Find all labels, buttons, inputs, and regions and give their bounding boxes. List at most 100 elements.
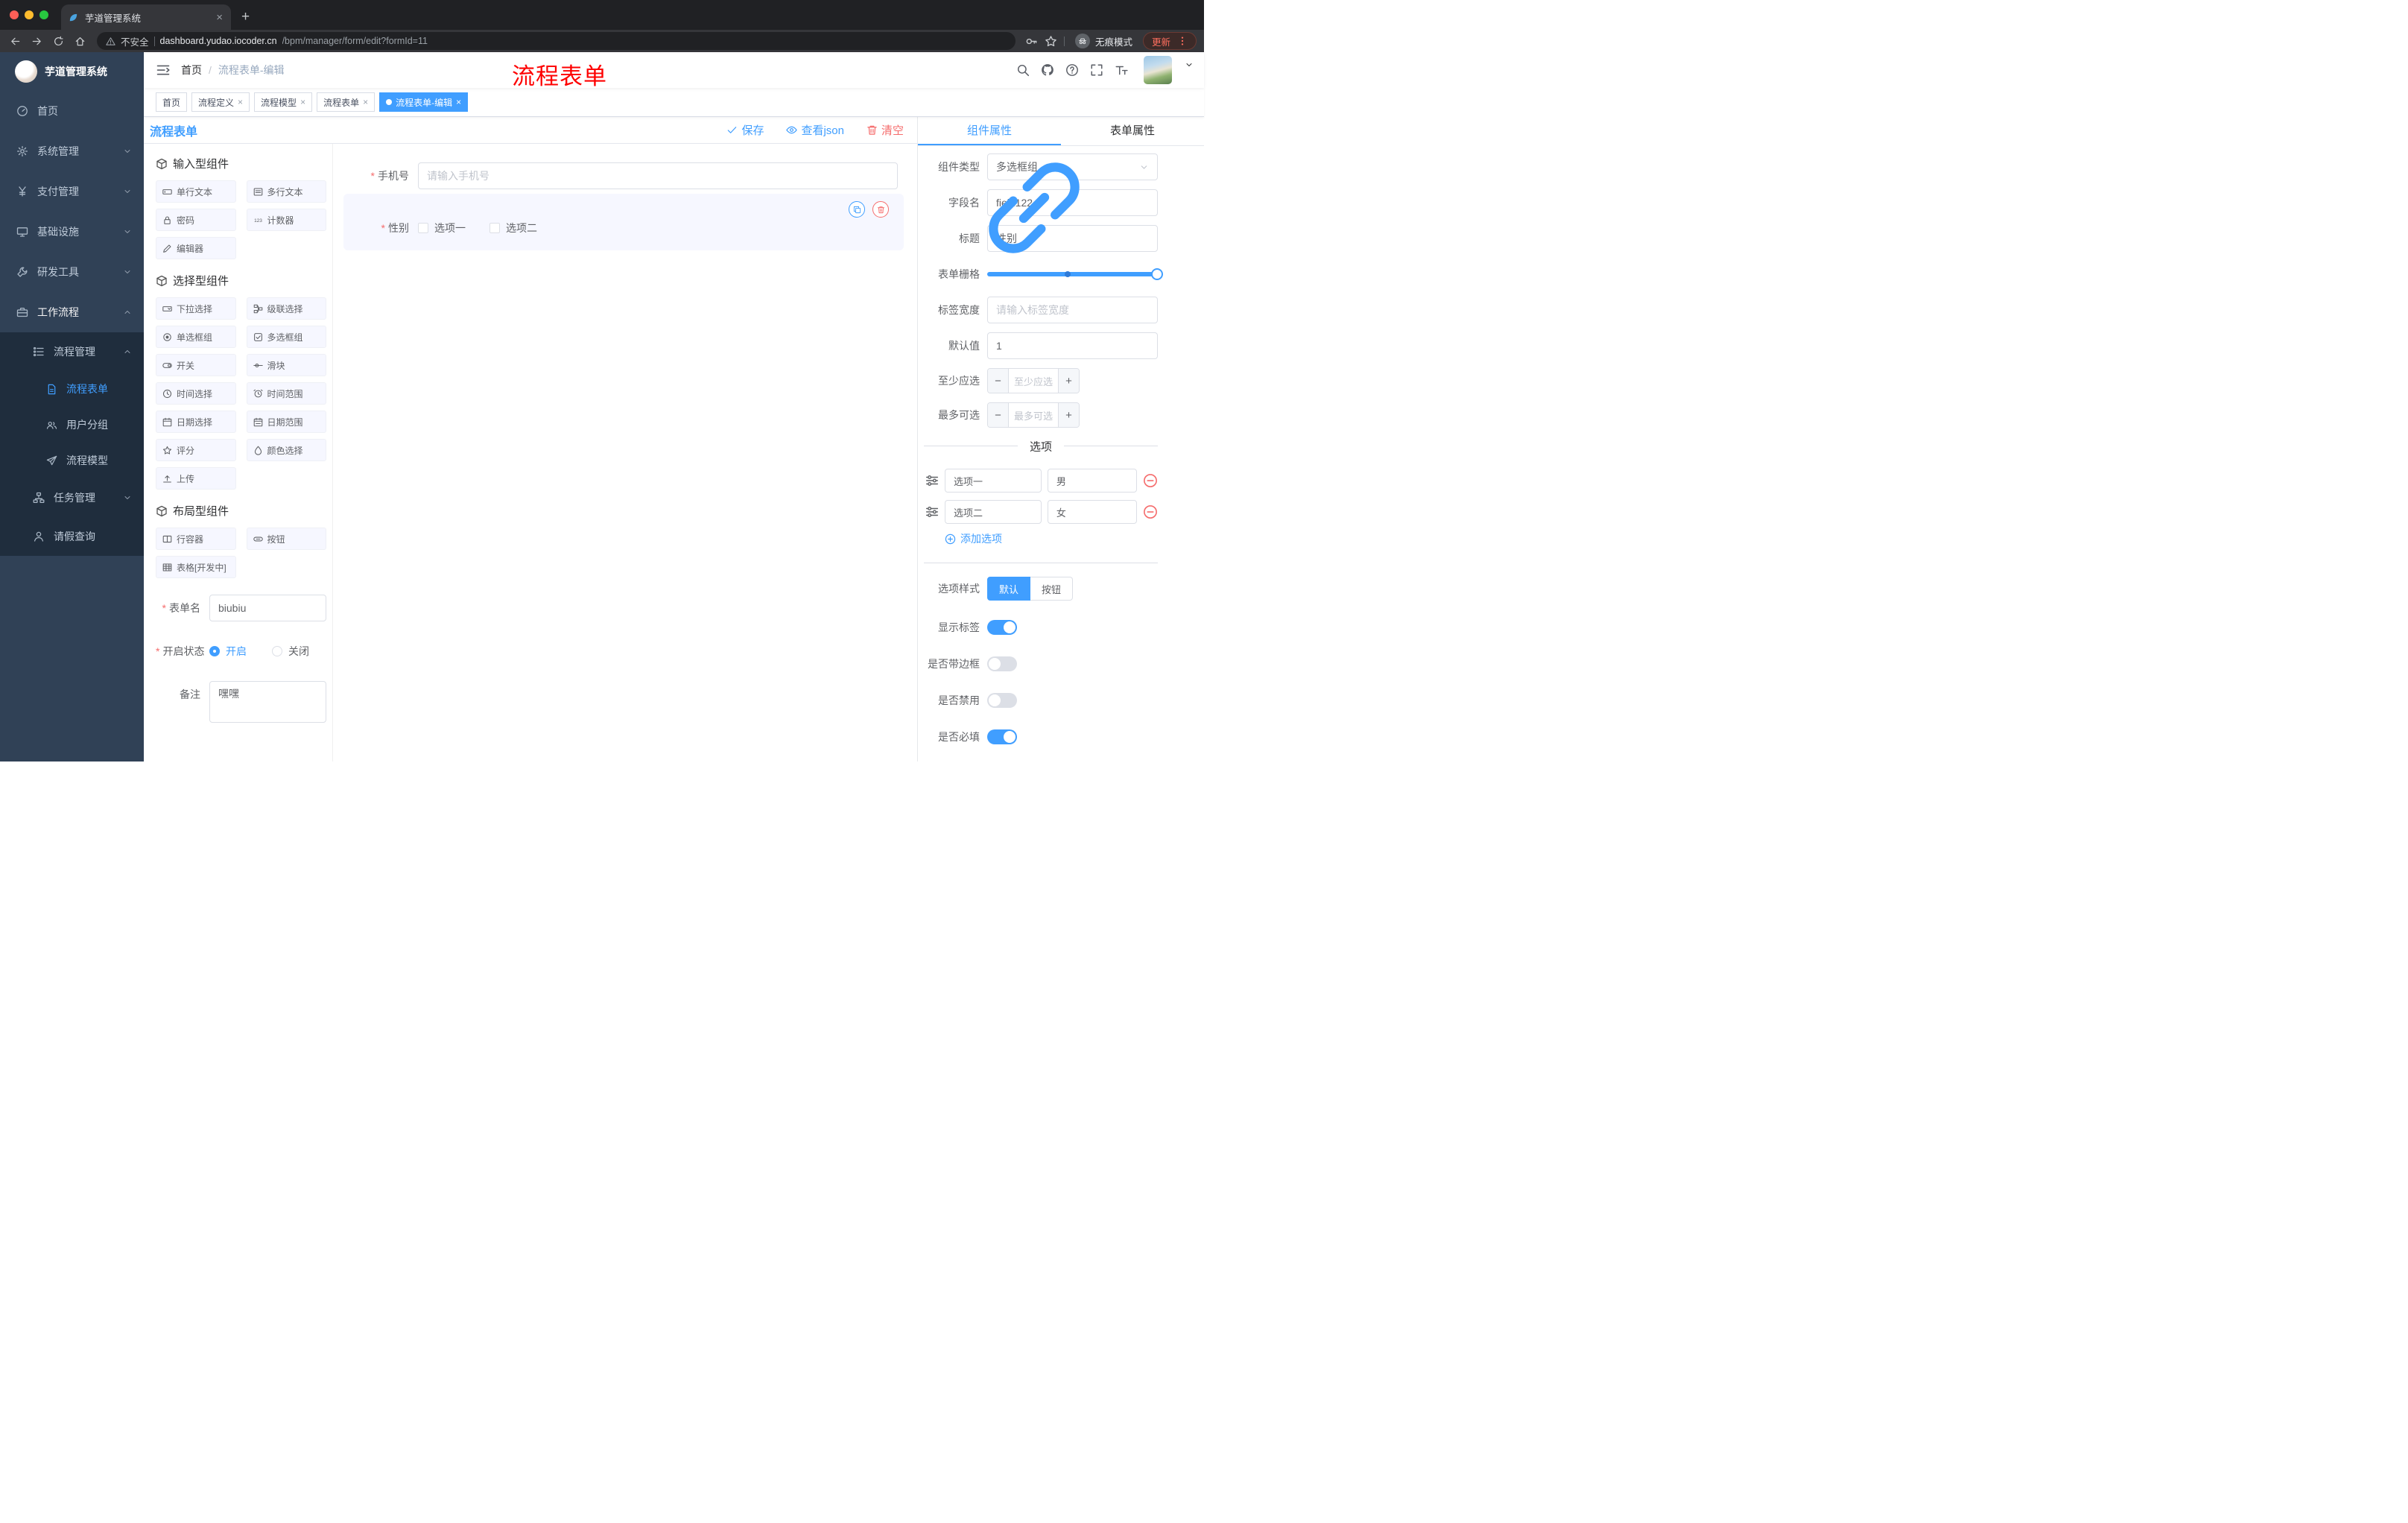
palette-item-select[interactable]: 下拉选择 — [156, 297, 236, 320]
reload-button[interactable] — [51, 34, 66, 48]
sidebar-item-workflow[interactable]: 工作流程 — [0, 292, 144, 332]
github-icon[interactable] — [1041, 63, 1054, 77]
copy-component-button[interactable] — [849, 201, 865, 218]
font-size-icon[interactable] — [1115, 63, 1128, 77]
view-json-button[interactable]: 查看json — [786, 122, 844, 138]
decrease-button[interactable]: − — [988, 403, 1009, 427]
browser-update-button[interactable]: 更新 — [1142, 32, 1197, 50]
zoom-window-button[interactable] — [39, 10, 48, 19]
default-value-input[interactable] — [987, 332, 1158, 359]
palette-item-time-range[interactable]: 时间范围 — [246, 382, 326, 405]
palette-item-single-line-text[interactable]: 单行文本 — [156, 180, 236, 203]
hamburger-icon[interactable] — [156, 63, 171, 77]
show-label-switch[interactable] — [987, 620, 1017, 635]
sidebar-item-task-mgmt[interactable]: 任务管理 — [0, 478, 144, 517]
palette-item-switch[interactable]: 开关 — [156, 354, 236, 376]
palette-item-button[interactable]: 按钮 — [246, 528, 326, 550]
palette-item-rate[interactable]: 评分 — [156, 439, 236, 461]
breadcrumb-home[interactable]: 首页 — [181, 63, 202, 77]
decrease-button[interactable]: − — [988, 369, 1009, 393]
palette-item-password[interactable]: 密码 — [156, 209, 236, 231]
phone-input[interactable] — [418, 162, 898, 189]
border-switch[interactable] — [987, 656, 1017, 671]
style-default-button[interactable]: 默认 — [987, 577, 1031, 601]
status-off-radio[interactable]: 关闭 — [272, 644, 309, 659]
sidebar-item-user-group[interactable]: 用户分组 — [0, 407, 144, 443]
back-button[interactable] — [7, 34, 22, 48]
max-select-value[interactable]: 最多可选 — [1009, 403, 1058, 427]
status-on-radio[interactable]: 开启 — [209, 644, 247, 659]
form-name-input[interactable] — [209, 595, 326, 621]
save-button[interactable]: 保存 — [726, 122, 764, 138]
form-remark-textarea[interactable]: 嘿嘿 — [209, 681, 326, 723]
palette-item-date-range[interactable]: 日期范围 — [246, 411, 326, 433]
slider-track[interactable] — [987, 268, 1163, 280]
delete-component-button[interactable] — [872, 201, 889, 218]
form-grid-slider[interactable] — [987, 261, 1163, 288]
tag-close-icon[interactable]: × — [363, 98, 368, 107]
new-tab-button[interactable]: + — [241, 10, 250, 24]
password-key-icon[interactable] — [1025, 35, 1038, 48]
add-option-button[interactable]: 添加选项 — [945, 531, 1158, 546]
user-avatar[interactable] — [1144, 56, 1172, 84]
avatar-caret-icon[interactable] — [1185, 60, 1194, 69]
canvas-field-gender-selected[interactable]: 性别 选项一 选项二 — [343, 194, 904, 250]
palette-item-time-picker[interactable]: 时间选择 — [156, 382, 236, 405]
gender-option-1-checkbox[interactable]: 选项一 — [418, 221, 466, 235]
tag-close-icon[interactable]: × — [238, 98, 243, 107]
link-icon[interactable] — [922, 152, 936, 165]
gender-option-2-checkbox[interactable]: 选项二 — [489, 221, 537, 235]
tab-close-icon[interactable]: × — [215, 12, 224, 23]
search-icon[interactable] — [1016, 63, 1030, 77]
remove-option-icon[interactable] — [1143, 473, 1158, 488]
option-1-value-input[interactable] — [1047, 469, 1137, 493]
remove-option-icon[interactable] — [1143, 504, 1158, 519]
palette-item-color-picker[interactable]: 颜色选择 — [246, 439, 326, 461]
clear-button[interactable]: 清空 — [866, 122, 904, 138]
palette-item-date-picker[interactable]: 日期选择 — [156, 411, 236, 433]
tag-close-icon[interactable]: × — [456, 98, 461, 107]
tag-process-form[interactable]: 流程表单 × — [317, 92, 376, 112]
palette-item-table[interactable]: 表格[开发中] — [156, 556, 236, 578]
required-switch[interactable] — [987, 729, 1017, 744]
tag-close-icon[interactable]: × — [300, 98, 305, 107]
increase-button[interactable]: + — [1058, 369, 1079, 393]
not-secure-icon[interactable] — [106, 37, 115, 46]
forward-button[interactable] — [29, 34, 44, 48]
canvas-field-phone[interactable]: 手机号 — [343, 162, 904, 189]
tag-process-form-edit[interactable]: 流程表单-编辑 × — [379, 92, 469, 112]
sidebar-item-devtools[interactable]: 研发工具 — [0, 252, 144, 292]
drag-handle-icon[interactable] — [925, 474, 939, 487]
help-icon[interactable] — [1065, 63, 1079, 77]
browser-menu-icon[interactable] — [1177, 36, 1188, 46]
sidebar-item-payment[interactable]: 支付管理 — [0, 171, 144, 212]
sidebar-item-process-model[interactable]: 流程模型 — [0, 443, 144, 478]
palette-item-editor[interactable]: 编辑器 — [156, 237, 236, 259]
min-select-value[interactable]: 至少应选 — [1009, 369, 1058, 393]
option-1-label-input[interactable] — [945, 469, 1042, 493]
palette-item-upload[interactable]: 上传 — [156, 467, 236, 490]
increase-button[interactable]: + — [1058, 403, 1079, 427]
tab-form-props[interactable]: 表单属性 — [1061, 117, 1204, 145]
palette-item-multi-line-text[interactable]: 多行文本 — [246, 180, 326, 203]
bookmark-star-icon[interactable] — [1045, 35, 1057, 48]
palette-item-row-container[interactable]: 行容器 — [156, 528, 236, 550]
address-bar[interactable]: 不安全 dashboard.yudao.iocoder.cn/bpm/manag… — [97, 32, 1016, 50]
palette-item-cascader[interactable]: 级联选择 — [246, 297, 326, 320]
slider-handle[interactable] — [1151, 268, 1163, 280]
fullscreen-icon[interactable] — [1090, 63, 1103, 77]
option-2-value-input[interactable] — [1047, 500, 1137, 524]
close-window-button[interactable] — [10, 10, 19, 19]
sidebar-item-process-form[interactable]: 流程表单 — [0, 371, 144, 407]
style-button-button[interactable]: 按钮 — [1030, 577, 1074, 601]
browser-tab[interactable]: 芋道管理系统 × — [61, 4, 231, 30]
disabled-switch[interactable] — [987, 693, 1017, 708]
palette-item-slider[interactable]: 滑块 — [246, 354, 326, 376]
home-button[interactable] — [72, 34, 87, 48]
palette-item-counter[interactable]: 计数器 — [246, 209, 326, 231]
label-width-input[interactable] — [987, 297, 1158, 323]
tag-home[interactable]: 首页 — [156, 92, 188, 112]
palette-item-radio-group[interactable]: 单选框组 — [156, 326, 236, 348]
drag-handle-icon[interactable] — [925, 505, 939, 519]
app-logo[interactable]: 芋道管理系统 — [0, 52, 144, 91]
